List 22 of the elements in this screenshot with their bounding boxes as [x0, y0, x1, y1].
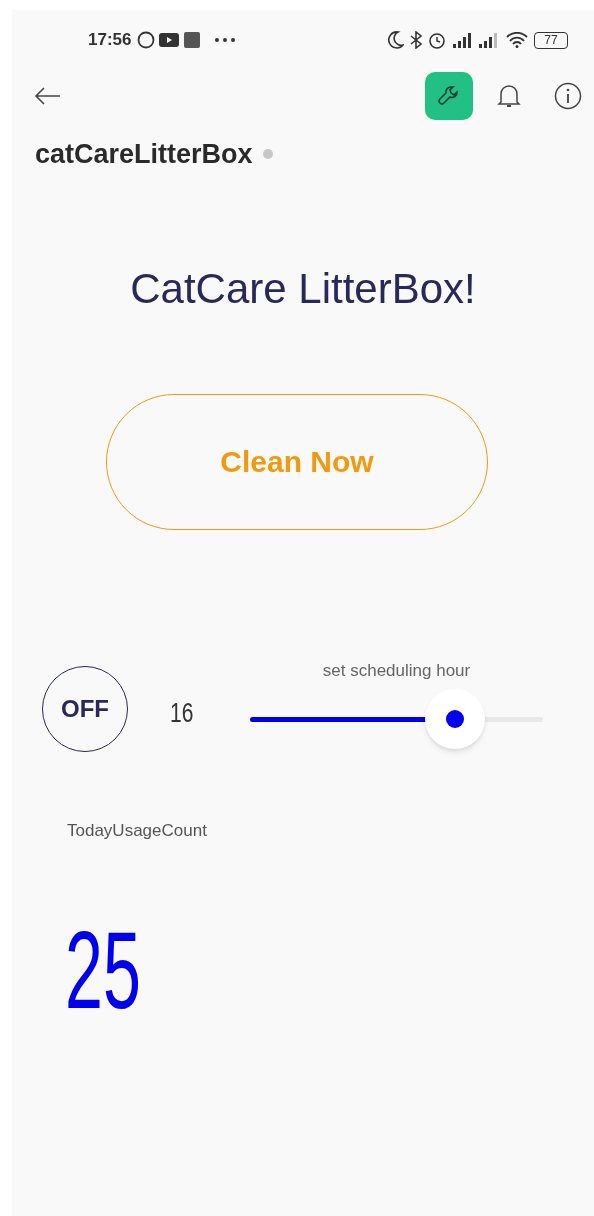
bell-icon[interactable] — [497, 83, 521, 109]
page-heading: CatCare LitterBox! — [130, 263, 476, 314]
info-icon[interactable] — [554, 82, 582, 110]
signal-icon — [452, 32, 474, 48]
moon-icon — [388, 31, 404, 49]
settings-button[interactable] — [425, 72, 473, 120]
counter-label: TodayUsageCount — [67, 820, 207, 840]
video-icon — [159, 33, 180, 47]
usage-count-value: 25 — [65, 915, 141, 1025]
alarm-icon — [428, 31, 446, 49]
back-arrow-icon[interactable] — [34, 86, 62, 106]
device-name: catCareLitterBox — [35, 138, 253, 171]
slider-thumb[interactable] — [425, 688, 486, 749]
wifi-icon — [506, 32, 528, 48]
more-icon — [215, 38, 236, 42]
slider-value: 16 — [170, 695, 194, 730]
wrench-icon — [437, 84, 461, 108]
battery-indicator: 77 — [534, 31, 568, 49]
signal-icon — [478, 32, 500, 48]
status-time: 17:56 — [88, 29, 132, 52]
bluetooth-icon — [410, 31, 422, 49]
slider-label: set scheduling hour — [321, 659, 472, 682]
